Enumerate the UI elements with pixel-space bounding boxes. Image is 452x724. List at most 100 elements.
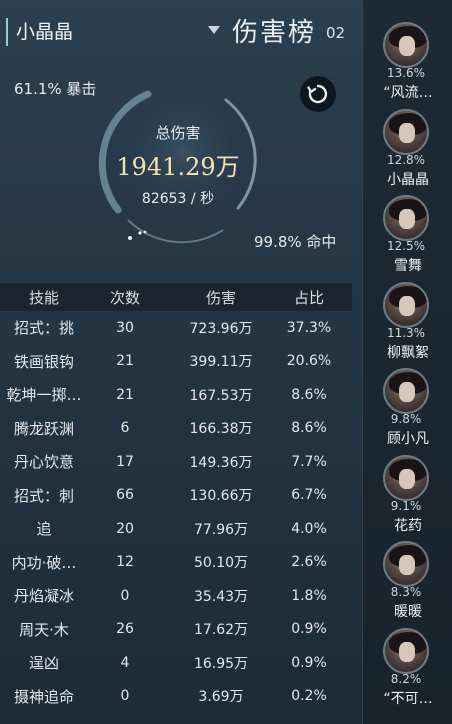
avatar[interactable] [383, 627, 429, 674]
damage-value: 50.10万 [193, 555, 249, 572]
skill-name: 摄神追命 [13, 687, 74, 706]
avatar-face [399, 555, 415, 575]
skill-name: 逞凶 [28, 654, 59, 673]
ranking-sidebar[interactable]: 13.6% “风流… 12.8% 小晶晶 12.5% 雪舞 11.3% 柳飘絮 9.8% 顾小凡 9… [362, 0, 452, 724]
hit-count: 0 [120, 587, 130, 604]
skill-name: 丹心饮意 [13, 453, 74, 472]
damage-percent: 0.9% [291, 654, 327, 671]
skill-name: 周天·木 [19, 620, 69, 639]
meter-title[interactable]: 伤害榜 [232, 12, 316, 49]
damage-percent: 1.8% [291, 587, 327, 604]
ranking-item[interactable]: 8.3% 暖暖 [363, 541, 452, 627]
skill-name: 招式：刺 [13, 486, 74, 505]
damage-percent: 7.7% [291, 453, 327, 470]
ranking-percent: 12.8% [386, 152, 426, 167]
damage-value: 3.69万 [198, 689, 244, 706]
damage-value: 149.36万 [189, 454, 253, 471]
skill-name: 乾坤一掷… [6, 386, 82, 405]
table-row: 铁画银钩 21 399.11万 20.6% [0, 345, 352, 379]
hit-count: 17 [116, 453, 134, 470]
ranking-name: 柳飘絮 [387, 344, 429, 361]
table-row: 内功·破… 12 50.10万 2.6% [0, 546, 352, 580]
avatar-face [399, 641, 415, 662]
ranking-percent: 8.2% [390, 671, 422, 686]
ranking-item[interactable]: 8.2% “不可… [363, 627, 452, 714]
caret-down-icon[interactable] [208, 26, 220, 34]
page-number: 02 [326, 24, 346, 42]
damage-percent: 6.7% [291, 487, 327, 504]
table-header: 技能 次数 伤害 占比 [0, 283, 352, 311]
avatar[interactable] [383, 22, 429, 68]
ranking-item[interactable]: 12.8% 小晶晶 [363, 108, 452, 195]
damage-percent: 8.6% [291, 386, 327, 403]
hit-count: 20 [116, 520, 134, 537]
ranking-name: 花药 [394, 517, 422, 534]
damage-percent: 20.6% [286, 353, 332, 370]
meter-title-selector[interactable]: 伤害榜 02 [208, 10, 358, 50]
table-row: 招式：刺 66 130.66万 6.7% [0, 479, 352, 513]
damage-percent: 37.3% [286, 319, 332, 336]
avatar-face [399, 36, 415, 56]
table-row: 丹焰凝冰 0 35.43万 1.8% [0, 579, 352, 613]
hit-count: 66 [116, 487, 134, 504]
avatar[interactable] [383, 195, 429, 241]
hit-count: 26 [116, 621, 134, 638]
skill-name: 招式：挑 [13, 319, 74, 338]
ranking-name: 小晶晶 [387, 171, 429, 188]
table-row: 逞凶 4 16.95万 0.9% [0, 646, 352, 680]
avatar-face [399, 382, 415, 402]
hit-count: 21 [116, 353, 134, 370]
damage-value: 35.43万 [193, 588, 249, 605]
hit-count: 21 [116, 386, 134, 403]
avatar[interactable] [383, 281, 429, 328]
avatar-face [399, 295, 415, 316]
damage-percent: 4.0% [291, 520, 327, 537]
ranking-name: “风流… [383, 85, 433, 101]
table-row: 摄神追命 0 3.69万 0.2% [0, 680, 352, 714]
total-damage-value: 1941.29万 [116, 153, 240, 181]
hit-count: 12 [116, 554, 134, 571]
damage-value: 399.11万 [189, 354, 253, 371]
damage-percent: 0.2% [291, 688, 327, 705]
damage-value: 77.96万 [193, 521, 249, 538]
crit-rate: 61.1% 暴击 [14, 80, 97, 98]
ranking-name: 暖暖 [394, 604, 422, 620]
ranking-item[interactable]: 9.8% 顾小凡 [363, 368, 452, 454]
refresh-icon[interactable] [307, 83, 329, 105]
avatar-face [399, 209, 415, 229]
reset-button[interactable] [300, 76, 336, 112]
avatar[interactable] [383, 368, 429, 414]
ranking-percent: 9.8% [390, 412, 422, 426]
table-row: 腾龙跃渊 6 166.38万 8.6% [0, 412, 352, 446]
avatar-face [399, 468, 415, 489]
ranking-item[interactable]: 9.1% 花药 [363, 454, 452, 541]
table-row: 乾坤一掷… 21 167.53万 8.6% [0, 378, 352, 412]
avatar-face [399, 122, 415, 143]
damage-percent: 2.6% [291, 554, 327, 571]
column-header-damage: 伤害 [205, 288, 236, 307]
avatar[interactable] [383, 108, 429, 155]
ranking-percent: 8.3% [390, 585, 422, 599]
skill-name: 铁画银钩 [13, 352, 74, 371]
ranking-percent: 9.1% [390, 498, 422, 513]
player-name: 小晶晶 [6, 18, 73, 46]
avatar[interactable] [383, 541, 429, 587]
ranking-item[interactable]: 13.6% “风流… [363, 22, 452, 108]
damage-percent: 0.9% [291, 621, 327, 638]
ranking-item[interactable]: 12.5% 雪舞 [363, 195, 452, 281]
ranking-percent: 12.5% [386, 239, 426, 253]
ranking-name: “不可… [383, 690, 433, 707]
column-header-skill: 技能 [28, 288, 59, 307]
damage-percent: 8.6% [291, 420, 327, 437]
table-row: 周天·木 26 17.62万 0.9% [0, 613, 352, 647]
total-damage-label: 总伤害 [155, 124, 201, 142]
ranking-item[interactable]: 11.3% 柳飘絮 [363, 281, 452, 368]
avatar[interactable] [383, 454, 429, 501]
table-row: 追 20 77.96万 4.0% [0, 512, 352, 546]
ranking-name: 顾小凡 [387, 431, 429, 447]
total-damage-block: 总伤害 1941.29万 82653 / 秒 [88, 122, 268, 208]
skill-name: 腾龙跃渊 [13, 419, 74, 438]
damage-value: 16.95万 [193, 655, 249, 672]
skill-name: 内功·破… [11, 553, 77, 572]
hit-count: 30 [116, 319, 134, 336]
